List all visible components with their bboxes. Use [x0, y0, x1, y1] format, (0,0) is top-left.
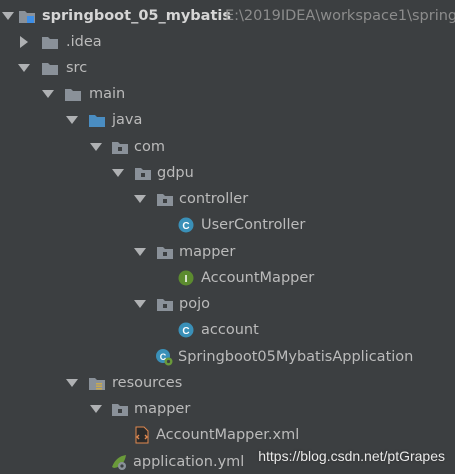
tree-row-src[interactable]: src — [0, 55, 455, 81]
node-label[interactable]: main — [89, 81, 125, 107]
package-icon — [155, 186, 175, 212]
svg-text:C: C — [182, 326, 189, 337]
node-label[interactable]: pojo — [179, 291, 210, 317]
project-tree: springboot_05_mybatis E:\2019IDEA\worksp… — [0, 0, 455, 474]
spring-boot-class-icon: C — [154, 344, 174, 370]
node-label[interactable]: mapper — [179, 239, 235, 265]
expand-arrow-icon[interactable] — [66, 370, 78, 396]
watermark: https://blog.csdn.net/ptGrapes — [258, 448, 445, 464]
expand-arrow-icon[interactable] — [134, 239, 146, 265]
folder-icon — [63, 81, 83, 107]
svg-text:C: C — [182, 221, 189, 232]
expand-arrow-icon[interactable] — [90, 134, 102, 160]
expand-arrow-icon[interactable] — [18, 55, 30, 81]
expand-arrow-icon[interactable] — [112, 160, 124, 186]
node-label[interactable]: AccountMapper — [201, 265, 314, 291]
project-name[interactable]: springboot_05_mybatis — [42, 3, 231, 29]
expand-arrow-icon[interactable] — [90, 396, 102, 422]
node-label[interactable]: UserController — [201, 212, 305, 238]
tree-row-idea[interactable]: .idea — [0, 29, 455, 55]
tree-row-resources[interactable]: resources — [0, 370, 455, 396]
node-label[interactable]: java — [112, 107, 142, 133]
folder-icon — [110, 396, 130, 422]
tree-row-gdpu[interactable]: gdpu — [0, 160, 455, 186]
node-label[interactable]: gdpu — [157, 160, 194, 186]
node-label[interactable]: Springboot05MybatisApplication — [178, 344, 413, 370]
yml-config-icon — [109, 449, 129, 474]
node-label[interactable]: mapper — [134, 396, 190, 422]
xml-file-icon — [132, 422, 152, 448]
package-icon — [110, 134, 130, 160]
tree-row-account-mapper[interactable]: I AccountMapper — [0, 265, 455, 291]
tree-row-account[interactable]: C account — [0, 317, 455, 343]
tree-row-mapper-resource[interactable]: mapper — [0, 396, 455, 422]
package-icon — [155, 291, 175, 317]
tree-row-com[interactable]: com — [0, 134, 455, 160]
folder-icon — [40, 55, 60, 81]
node-label[interactable]: account — [201, 317, 259, 343]
tree-row-project[interactable]: springboot_05_mybatis E:\2019IDEA\worksp… — [0, 3, 455, 29]
interface-icon: I — [176, 265, 196, 291]
folder-icon — [40, 29, 60, 55]
node-label[interactable]: resources — [112, 370, 182, 396]
node-label[interactable]: src — [66, 55, 87, 81]
expand-arrow-icon[interactable] — [134, 291, 146, 317]
tree-row-pojo[interactable]: pojo — [0, 291, 455, 317]
node-label[interactable]: com — [134, 134, 165, 160]
tree-row-main[interactable]: main — [0, 81, 455, 107]
svg-text:I: I — [185, 274, 188, 285]
class-icon: C — [176, 212, 196, 238]
tree-row-application-class[interactable]: C Springboot05MybatisApplication — [0, 344, 455, 370]
expand-arrow-icon[interactable] — [2, 3, 14, 29]
expand-arrow-icon[interactable] — [42, 81, 54, 107]
collapsed-arrow-icon[interactable] — [18, 29, 30, 55]
node-label[interactable]: controller — [179, 186, 248, 212]
tree-row-controller[interactable]: controller — [0, 186, 455, 212]
project-path: E:\2019IDEA\workspace1\spring — [225, 8, 455, 24]
source-folder-icon — [87, 107, 107, 133]
package-icon — [155, 239, 175, 265]
tree-row-mapper-package[interactable]: mapper — [0, 239, 455, 265]
package-icon — [133, 160, 153, 186]
node-label[interactable]: application.yml — [133, 449, 244, 474]
resources-folder-icon — [87, 370, 107, 396]
expand-arrow-icon[interactable] — [66, 107, 78, 133]
module-folder-icon — [17, 3, 37, 29]
tree-row-user-controller[interactable]: C UserController — [0, 212, 455, 238]
expand-arrow-icon[interactable] — [134, 186, 146, 212]
tree-row-java[interactable]: java — [0, 107, 455, 133]
node-label[interactable]: .idea — [66, 29, 102, 55]
class-icon: C — [176, 317, 196, 343]
